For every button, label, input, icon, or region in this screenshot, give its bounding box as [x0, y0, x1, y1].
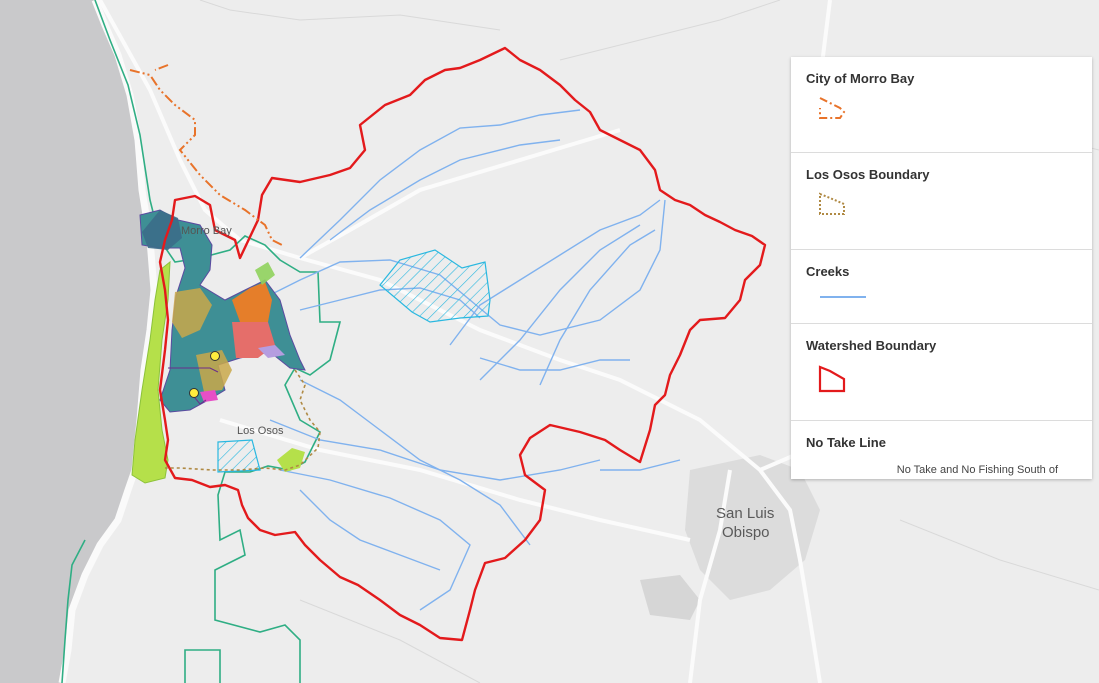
- sample-point[interactable]: [189, 388, 199, 398]
- label-morro-bay: Morro Bay: [181, 225, 232, 237]
- line-icon: [820, 296, 866, 298]
- legend-item-morro-bay: City of Morro Bay: [791, 57, 1092, 153]
- legend-title: No Take Line: [806, 435, 886, 450]
- legend-item-creeks: Creeks: [791, 250, 1092, 324]
- label-obispo: Obispo: [722, 524, 770, 541]
- legend-item-no-take: No Take Line No Take and No Fishing Sout…: [791, 421, 1092, 479]
- polygon-icon: [818, 365, 846, 393]
- dashed-polygon-icon: [819, 97, 846, 119]
- legend-panel[interactable]: City of Morro Bay Los Osos Boundary Cree…: [791, 57, 1092, 479]
- legend-title: City of Morro Bay: [806, 71, 915, 86]
- label-los-osos: Los Osos: [237, 425, 284, 437]
- legend-item-los-osos: Los Osos Boundary: [791, 153, 1092, 250]
- sample-point[interactable]: [210, 351, 220, 361]
- legend-title: Los Osos Boundary: [806, 167, 930, 182]
- legend-subtitle: No Take and No Fishing South of: [896, 464, 1058, 476]
- dotted-polygon-icon: [819, 192, 845, 215]
- hatched-area-los-osos: [217, 439, 261, 473]
- legend-title: Creeks: [806, 264, 850, 279]
- legend-item-watershed: Watershed Boundary: [791, 324, 1092, 421]
- label-san-luis: San Luis: [716, 505, 774, 522]
- legend-title: Watershed Boundary: [806, 338, 937, 353]
